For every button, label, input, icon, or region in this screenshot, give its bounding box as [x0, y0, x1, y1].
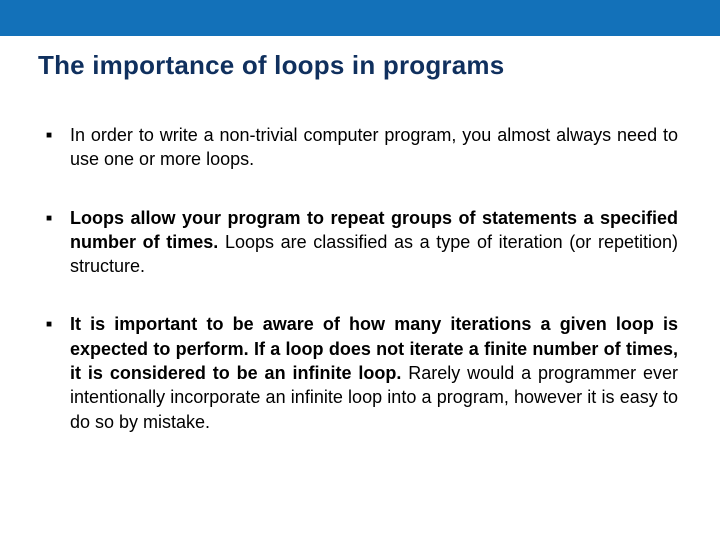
bullet-text: Loops allow your program to repeat group… — [70, 206, 678, 279]
slide-body: ■ In order to write a non-trivial comput… — [0, 81, 720, 434]
bullet-text: It is important to be aware of how many … — [70, 312, 678, 433]
slide-title: The importance of loops in programs — [0, 36, 720, 81]
header-bar — [0, 0, 720, 36]
bullet-text: In order to write a non-trivial computer… — [70, 123, 678, 172]
bullet-item: ■ Loops allow your program to repeat gro… — [46, 206, 678, 279]
bullet-item: ■ In order to write a non-trivial comput… — [46, 123, 678, 172]
bullet-marker-icon: ■ — [46, 123, 70, 143]
bullet-marker-icon: ■ — [46, 312, 70, 332]
slide: The importance of loops in programs ■ In… — [0, 0, 720, 540]
bullet-marker-icon: ■ — [46, 206, 70, 226]
bullet-item: ■ It is important to be aware of how man… — [46, 312, 678, 433]
